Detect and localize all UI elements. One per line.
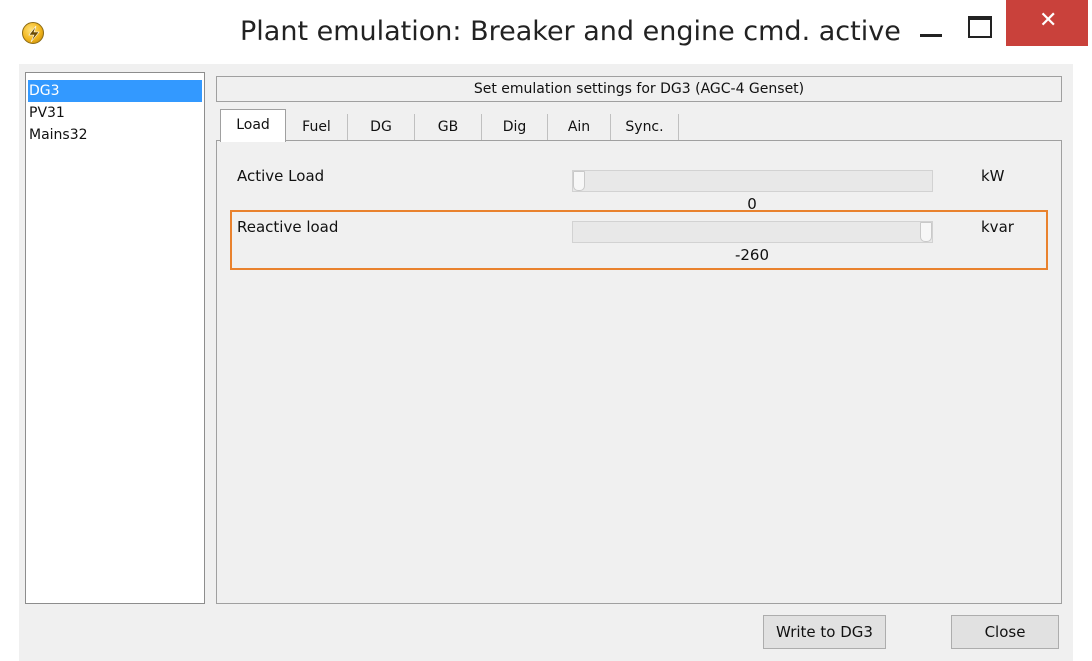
device-item-mains32[interactable]: Mains32 [26, 124, 204, 146]
tab-ain[interactable]: Ain [548, 114, 611, 141]
reactive-load-label: Reactive load [237, 218, 339, 236]
tab-load[interactable]: Load [220, 109, 286, 142]
close-icon: ✕ [1039, 8, 1058, 33]
close-button[interactable]: Close [951, 615, 1059, 649]
reactive-load-slider[interactable] [572, 221, 933, 243]
lightning-bolt-icon [22, 22, 44, 44]
device-list[interactable]: DG3 PV31 Mains32 [25, 72, 205, 604]
reactive-load-slider-thumb[interactable] [920, 222, 932, 242]
active-load-label: Active Load [237, 167, 325, 185]
active-load-unit: kW [981, 167, 1005, 185]
device-item-pv31[interactable]: PV31 [26, 102, 204, 124]
minimize-button[interactable] [912, 8, 956, 48]
title-bar: Plant emulation: Breaker and engine cmd.… [0, 0, 1092, 64]
tab-dig[interactable]: Dig [482, 114, 548, 141]
active-load-slider[interactable] [572, 170, 933, 192]
close-window-button[interactable]: ✕ [1006, 0, 1088, 46]
maximize-button[interactable] [958, 8, 1002, 48]
reactive-load-unit: kvar [981, 218, 1014, 236]
reactive-load-value: -260 [734, 246, 770, 264]
active-load-slider-thumb[interactable] [573, 171, 585, 191]
tab-gb[interactable]: GB [415, 114, 482, 141]
write-to-dg3-button[interactable]: Write to DG3 [763, 615, 886, 649]
tab-dg[interactable]: DG [348, 114, 415, 141]
settings-header: Set emulation settings for DG3 (AGC-4 Ge… [216, 76, 1062, 102]
tab-fuel[interactable]: Fuel [286, 114, 348, 141]
tab-sync[interactable]: Sync. [611, 114, 679, 141]
tab-strip: Load Fuel DG GB Dig Ain Sync. [216, 109, 1062, 142]
dialog-client-area: DG3 PV31 Mains32 Set emulation settings … [19, 64, 1073, 661]
device-item-dg3[interactable]: DG3 [28, 80, 202, 102]
window-title: Plant emulation: Breaker and engine cmd.… [240, 16, 901, 47]
